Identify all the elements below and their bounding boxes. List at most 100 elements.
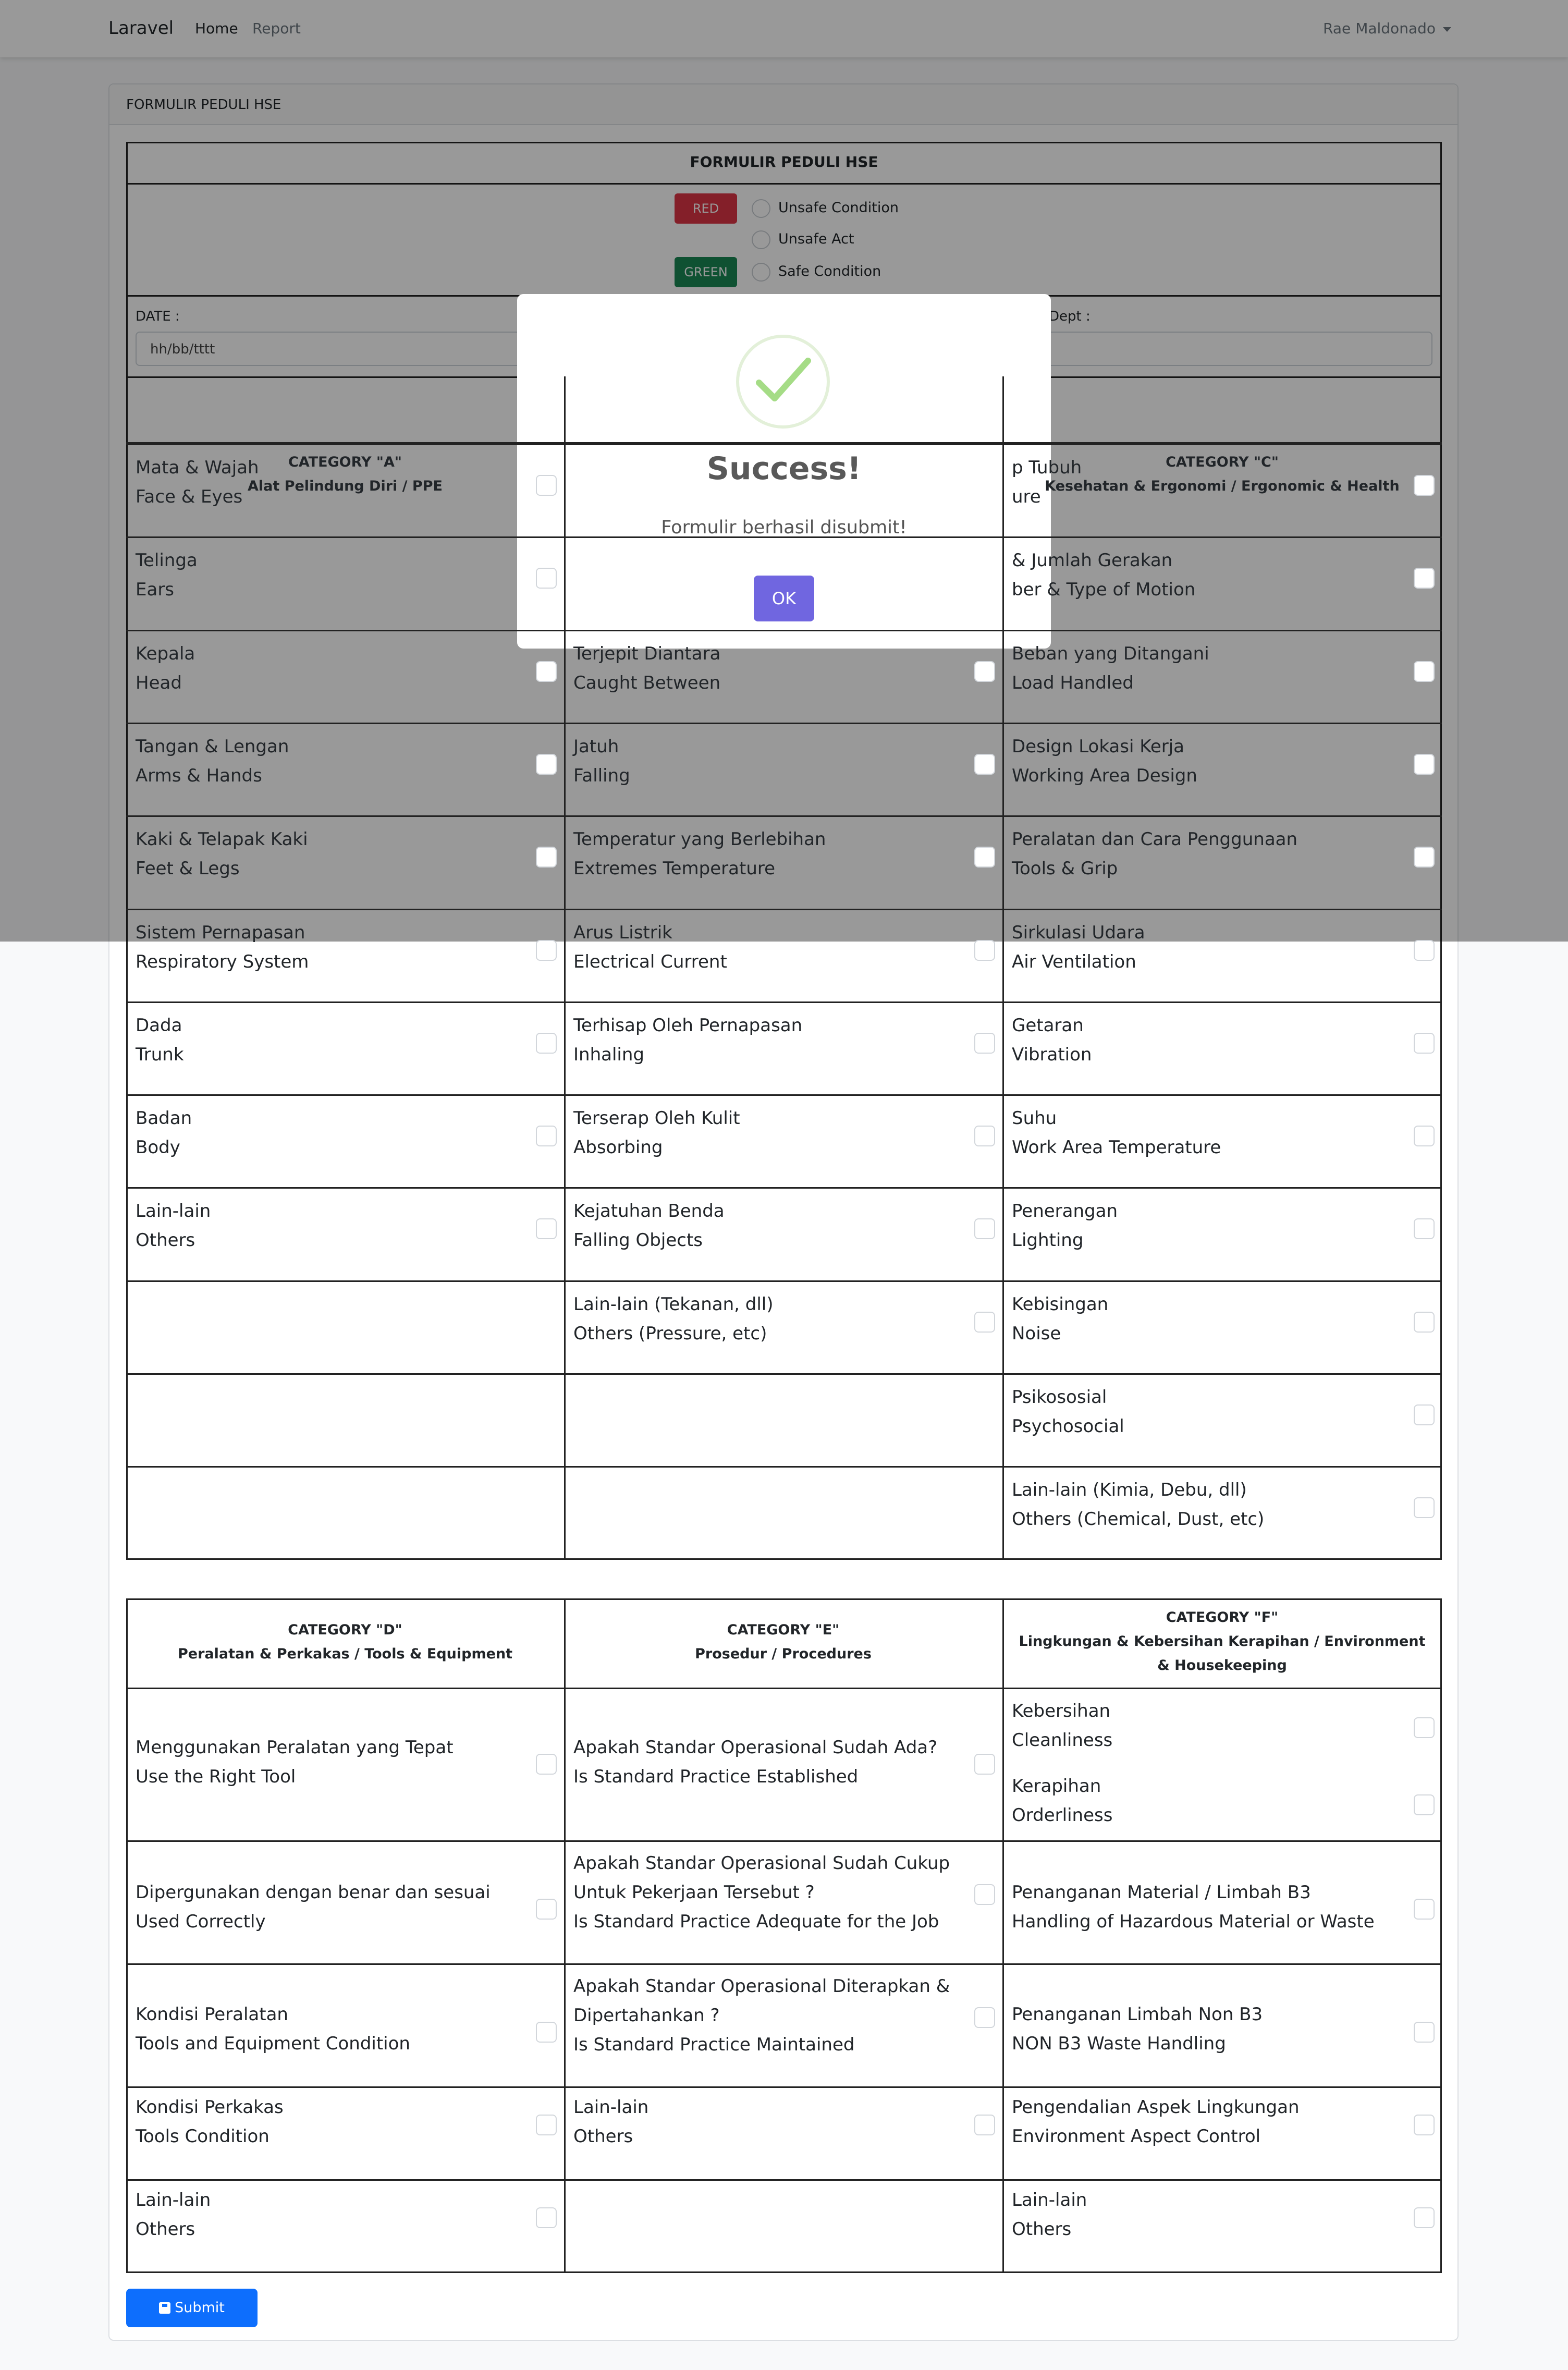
checkbox-c-10[interactable] — [1414, 1404, 1435, 1425]
checkbox-d-0[interactable] — [536, 1754, 557, 1775]
checklist-item-text: Handling of Hazardous Material or Waste — [1012, 1911, 1375, 1932]
row-divider — [126, 1373, 1442, 1375]
checklist-item-text: Trunk — [136, 1044, 184, 1065]
checklist-item-f-1: Kerapihan Orderliness — [1012, 1772, 1112, 1830]
checkbox-b-3[interactable] — [974, 940, 995, 961]
checkbox-f-4[interactable] — [1414, 2115, 1435, 2135]
checkbox-a-4[interactable] — [536, 847, 557, 868]
checkbox-b-2[interactable] — [974, 847, 995, 868]
checkbox-a-5[interactable] — [536, 940, 557, 961]
checklist-item-b-3: Arus Listrik Electrical Current — [573, 918, 727, 976]
checkbox-c-0[interactable] — [1414, 475, 1435, 496]
checkbox-c-6[interactable] — [1414, 1033, 1435, 1054]
checkbox-f-5[interactable] — [1414, 2207, 1435, 2228]
checkbox-c-7[interactable] — [1414, 1126, 1435, 1146]
row-divider — [126, 1963, 1442, 1965]
checkbox-d-4[interactable] — [536, 2207, 557, 2228]
checklist-item-text: Psychosocial — [1012, 1416, 1124, 1437]
checklist-item-d-3: Kondisi Perkakas Tools Condition — [136, 2093, 284, 2151]
checklist-item-text: Lain-lain — [573, 2097, 649, 2118]
checkbox-b-1[interactable] — [974, 754, 995, 775]
checklist-item-e-3: Lain-lain Others — [573, 2093, 648, 2151]
checklist-item-text: Lighting — [1012, 1230, 1084, 1251]
checkbox-e-3[interactable] — [974, 2115, 995, 2135]
checkbox-b-5[interactable] — [974, 1126, 995, 1146]
checklist-item-a-7: Badan Body — [136, 1104, 192, 1162]
checkbox-a-7[interactable] — [536, 1126, 557, 1146]
checklist-item-text: Design Lokasi Kerja — [1012, 736, 1185, 757]
checklist-item-text: Work Area Temperature — [1012, 1137, 1221, 1158]
checklist-item-text: Cleanliness — [1012, 1730, 1113, 1751]
checkbox-c-5[interactable] — [1414, 940, 1435, 961]
row-divider — [126, 723, 1442, 724]
checkbox-a-0[interactable] — [536, 475, 557, 496]
ok-button[interactable]: OK — [754, 576, 814, 621]
checkbox-c-1[interactable] — [1414, 568, 1435, 589]
checkbox-c-9[interactable] — [1414, 1312, 1435, 1333]
checkbox-b-4[interactable] — [974, 1033, 995, 1054]
checkbox-a-6[interactable] — [536, 1033, 557, 1054]
checkbox-c-8[interactable] — [1414, 1218, 1435, 1239]
checkbox-f-2[interactable] — [1414, 1899, 1435, 1920]
checklist-item-text: Apakah Standar Operasional Sudah Ada? — [573, 1737, 938, 1758]
category-d-subtitle: Peralatan & Perkakas / Tools & Equipment — [177, 1646, 513, 1662]
checkbox-f-1[interactable] — [1414, 1794, 1435, 1815]
checklist-item-text: Psikososial — [1012, 1387, 1107, 1408]
checklist-item-text: Kebersihan — [1012, 1701, 1111, 1721]
save-icon — [159, 2302, 171, 2314]
checklist-item-text: NON B3 Waste Handling — [1012, 2033, 1226, 2054]
submit-label: Submit — [175, 2300, 225, 2316]
checklist-item-text: Lain-lain (Tekanan, dll) — [573, 1294, 774, 1315]
checkbox-c-3[interactable] — [1414, 754, 1435, 775]
checklist-item-c-3: Design Lokasi Kerja Working Area Design — [1012, 732, 1197, 790]
checklist-item-text: Jatuh — [573, 736, 619, 757]
checklist-item-c-4: Peralatan dan Cara Penggunaan Tools & Gri… — [1012, 825, 1297, 883]
checklist-item-a-5: Sistem Pernapasan Respiratory System — [136, 918, 309, 976]
checklist-item-b-2: Temperatur yang Berlebihan Extremes Tempe… — [573, 825, 826, 883]
checkbox-c-2[interactable] — [1414, 661, 1435, 682]
checkbox-d-1[interactable] — [536, 1899, 557, 1920]
checkbox-c-4[interactable] — [1414, 847, 1435, 868]
checkbox-d-3[interactable] — [536, 2115, 557, 2135]
checklist-item-text: Sirkulasi Udara — [1012, 922, 1145, 943]
checklist-item-text: Inhaling — [573, 1044, 644, 1065]
category-f-title: CATEGORY "F" — [1166, 1609, 1279, 1626]
row-divider — [126, 630, 1442, 631]
checkbox-a-2[interactable] — [536, 661, 557, 682]
checkbox-e-1[interactable] — [974, 1884, 995, 1905]
checklist-item-text: Beban yang Ditangani — [1012, 643, 1209, 664]
col-divider — [1002, 1598, 1004, 2273]
checkbox-e-2[interactable] — [974, 2007, 995, 2028]
checklist-item-f-5: Lain-lain Others — [1012, 2185, 1087, 2244]
checklist-item-c-7: Suhu Work Area Temperature — [1012, 1104, 1221, 1162]
checklist-item-f-2: Penanganan Material / Limbah B3 Handling … — [1012, 1878, 1375, 1936]
checklist-item-text: Is Standard Practice Established — [573, 1766, 859, 1787]
submit-button[interactable]: Submit — [126, 2289, 258, 2327]
checkbox-a-1[interactable] — [536, 568, 557, 589]
row-divider — [126, 1280, 1442, 1282]
checklist-item-a-6: Dada Trunk — [136, 1011, 184, 1069]
checkbox-c-11[interactable] — [1414, 1497, 1435, 1518]
checkbox-a-8[interactable] — [536, 1218, 557, 1239]
checklist-item-text: Noise — [1012, 1323, 1061, 1344]
checkbox-b-0[interactable] — [974, 661, 995, 682]
checklist-item-text: Environment Aspect Control — [1012, 2126, 1261, 2147]
checklist-item-text: Falling — [573, 765, 630, 786]
checkbox-a-3[interactable] — [536, 754, 557, 775]
row-divider — [126, 815, 1442, 817]
checklist-item-text: Peralatan dan Cara Penggunaan — [1012, 829, 1298, 850]
row-divider — [126, 2086, 1442, 2088]
checklist-item-text: Face & Eyes — [136, 486, 243, 507]
checklist-item-text: Penerangan — [1012, 1201, 1118, 1221]
checklist-item-text: Terjepit Diantara — [573, 643, 721, 664]
row-divider — [126, 1466, 1442, 1468]
checkbox-f-3[interactable] — [1414, 2022, 1435, 2043]
checkbox-b-6[interactable] — [974, 1218, 995, 1239]
checklist-item-e-2: Apakah Standar Operasional Diterapkan & D… — [573, 1972, 950, 2059]
checklist-item-text: Kondisi Peralatan — [136, 2004, 288, 2025]
checkbox-e-0[interactable] — [974, 1754, 995, 1775]
checklist-item-d-2: Kondisi Peralatan Tools and Equipment Con… — [136, 2000, 410, 2058]
checkbox-b-7[interactable] — [974, 1312, 995, 1333]
checkbox-d-2[interactable] — [536, 2022, 557, 2043]
checkbox-f-0[interactable] — [1414, 1717, 1435, 1738]
